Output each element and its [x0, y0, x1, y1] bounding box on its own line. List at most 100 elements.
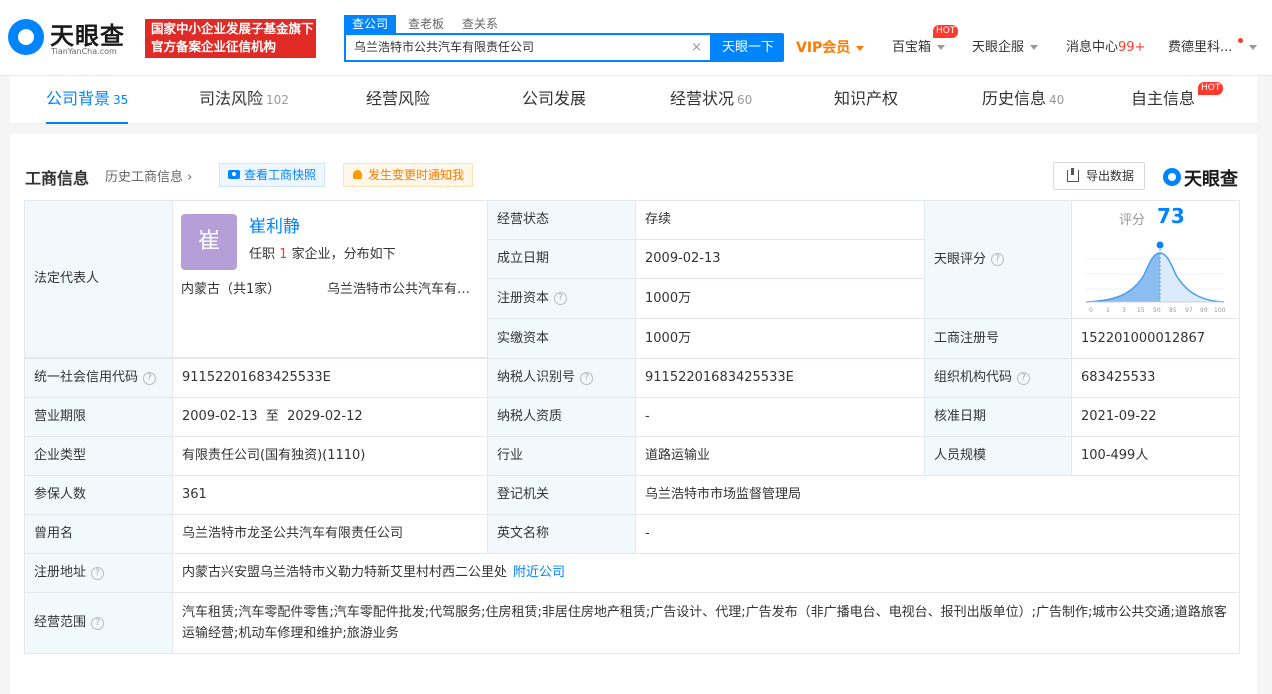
tab-label: 经营风险	[366, 89, 431, 108]
tab-count: 60	[737, 93, 753, 107]
tab-label: 公司背景	[46, 89, 111, 108]
nearby-companies-link[interactable]: 附近公司	[513, 563, 565, 583]
reg-authority-label: 登记机关	[487, 475, 636, 515]
status-label: 经营状态	[487, 200, 636, 240]
user-menu[interactable]: 费德里科...	[1168, 38, 1232, 58]
help-icon[interactable]: ?	[580, 371, 594, 385]
search-button[interactable]: 天眼一下	[712, 33, 784, 62]
tab-label: 司法风险	[199, 89, 264, 108]
score-marker-icon	[1156, 241, 1164, 249]
vip-member-menu[interactable]: VIP会员	[796, 38, 865, 58]
axis-tick: 1	[1106, 307, 1110, 314]
axis-tick: 0	[1089, 307, 1093, 314]
tab-count: 35	[113, 93, 129, 107]
score-cell[interactable]: 评分 73 0 1 3 15 50 85 97 99 100	[1071, 200, 1240, 319]
tianyancha-logo[interactable]: 天眼查 TianYanCha.com	[8, 16, 136, 60]
paid-capital-value: 1000万	[635, 318, 925, 359]
top-header: 天眼查 TianYanCha.com 国家中小企业发展子基金旗下 官方备案企业征…	[0, 0, 1272, 76]
tab-history-info[interactable]: 历史信息 40	[982, 76, 1064, 124]
scope-label: 经营范围?	[24, 592, 173, 654]
tab-count: 102	[266, 93, 289, 107]
tab-label: 自主信息	[1131, 89, 1196, 108]
legal-rep-company[interactable]: 乌兰浩特市公共汽车有限责任公司	[327, 280, 477, 300]
industry-value: 道路运输业	[635, 436, 925, 476]
message-count: 99+	[1118, 40, 1146, 55]
legal-rep-desc: 任职 1 家企业，分布如下	[249, 247, 396, 262]
hot-badge: HOT	[1198, 82, 1224, 95]
company-type-value: 有限责任公司(国有独资)(1110)	[172, 436, 488, 476]
credit-code-value: 91152201683425533E	[172, 358, 488, 398]
tax-id-value: 91152201683425533E	[635, 358, 925, 398]
search-input-value: 乌兰浩特市公共汽车有限责任公司	[354, 40, 535, 54]
tab-operating-risk[interactable]: 经营风险	[366, 76, 430, 124]
clear-icon[interactable]: ×	[691, 35, 702, 60]
reg-capital-label: 注册资本?	[487, 278, 636, 319]
watermark-text: 天眼查	[1184, 169, 1238, 190]
axis-tick: 100	[1214, 307, 1226, 314]
camera-icon	[228, 170, 240, 179]
eye-logo-icon	[1163, 168, 1181, 186]
snapshot-label: 查看工商快照	[244, 168, 317, 182]
help-icon[interactable]: ?	[554, 292, 568, 305]
tab-judicial-risk[interactable]: 司法风险 102	[199, 76, 289, 124]
reg-capital-value: 1000万	[635, 278, 925, 319]
company-nav-tabs: 公司背景 35 司法风险 102 经营风险 公司发展 经营状况 60 知识产权 历史信…	[10, 76, 1257, 124]
tab-company-background[interactable]: 公司背景 35	[46, 76, 129, 124]
badge-line2: 官方备案企业征信机构	[151, 39, 277, 54]
tab-operating-status[interactable]: 经营状况 60	[670, 76, 752, 124]
search-input[interactable]: 乌兰浩特市公共汽车有限责任公司 ×	[344, 33, 712, 62]
logo-domain: TianYanCha.com	[51, 47, 117, 56]
help-icon[interactable]: ?	[91, 566, 105, 580]
reg-authority-value: 乌兰浩特市市场监督管理局	[635, 475, 1240, 515]
legal-rep-name[interactable]: 崔利静	[249, 217, 300, 237]
help-icon[interactable]: ?	[91, 616, 105, 630]
official-badge[interactable]: 国家中小企业发展子基金旗下 官方备案企业征信机构	[145, 19, 316, 58]
tab-label: 历史信息	[982, 89, 1047, 108]
notification-dot	[1238, 38, 1243, 43]
search-tab-company[interactable]: 查公司	[344, 15, 397, 33]
export-data-button[interactable]: 导出数据	[1053, 162, 1145, 190]
reg-no-value: 152201000012867	[1071, 318, 1240, 359]
search-tab-boss[interactable]: 查老板	[408, 15, 444, 33]
found-date-value: 2009-02-13	[635, 239, 925, 279]
tax-id-label: 纳税人识别号?	[487, 358, 636, 398]
axis-tick: 85	[1169, 307, 1177, 314]
tab-intellectual-property[interactable]: 知识产权	[834, 76, 898, 124]
qifu-menu[interactable]: 天眼企服	[972, 38, 1039, 58]
tab-label: 公司发展	[522, 89, 587, 108]
chevron-down-icon	[1249, 45, 1257, 50]
paid-capital-label: 实缴资本	[487, 318, 636, 359]
search-tab-relation[interactable]: 查关系	[462, 15, 498, 33]
company-type-label: 企业类型	[24, 436, 173, 476]
score-value: 73	[1157, 204, 1185, 228]
staff-size-label: 人员规模	[924, 436, 1072, 476]
eye-logo-icon	[8, 19, 44, 55]
tax-qual-value: -	[635, 397, 925, 437]
notify-change-button[interactable]: 发生变更时通知我	[343, 163, 474, 187]
org-code-label: 组织机构代码?	[924, 358, 1072, 398]
tab-company-development[interactable]: 公司发展	[522, 76, 586, 124]
role-count: 1	[279, 247, 288, 262]
axis-tick: 3	[1122, 307, 1126, 314]
avatar[interactable]: 崔	[181, 214, 237, 270]
export-label: 导出数据	[1086, 169, 1135, 183]
help-icon[interactable]: ?	[143, 371, 157, 385]
score-label: 天眼评分?	[924, 200, 1072, 319]
message-center[interactable]: 消息中心99+	[1066, 38, 1145, 58]
history-label: 历史工商信息	[105, 170, 184, 185]
help-icon[interactable]: ?	[1017, 371, 1031, 385]
business-info-table: 法定代表人 崔 崔利静 任职 1 家企业，分布如下 内蒙古（共1家） 乌兰浩特市…	[24, 200, 1241, 655]
tab-self-info[interactable]: 自主信息	[1131, 76, 1195, 124]
staff-size-value: 100-499人	[1071, 436, 1240, 476]
history-business-info-link[interactable]: 历史工商信息 ›	[105, 166, 192, 185]
chevron-down-icon	[1030, 45, 1039, 50]
message-label: 消息中心	[1066, 40, 1119, 55]
legal-rep-region[interactable]: 内蒙古（共1家）	[181, 280, 280, 300]
download-icon	[1067, 168, 1079, 182]
baibaoxiang-menu[interactable]: 百宝箱	[892, 38, 946, 58]
help-icon[interactable]: ?	[991, 253, 1005, 266]
english-name-value: -	[635, 514, 1240, 554]
term-label: 营业期限	[24, 397, 173, 437]
logo-name: 天眼查	[50, 22, 125, 50]
snapshot-button[interactable]: 查看工商快照	[219, 163, 326, 187]
